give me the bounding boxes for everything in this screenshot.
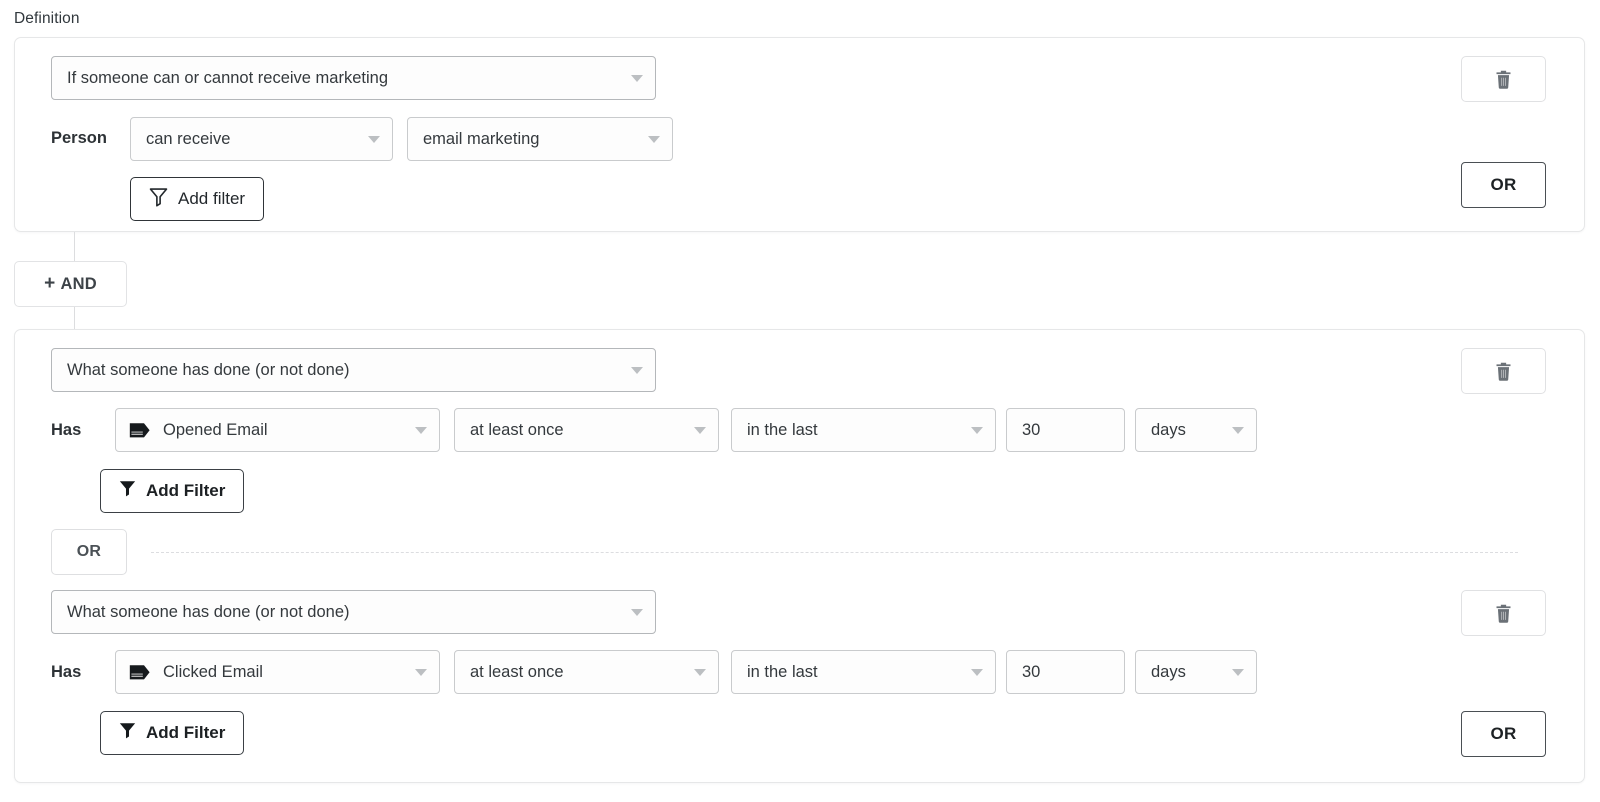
group-or-label-1: OR	[1490, 175, 1516, 195]
connector-line-bottom	[74, 306, 75, 330]
chevron-down-icon	[694, 669, 706, 676]
unit-value-a: days	[1151, 421, 1186, 440]
person-condition-select[interactable]: can receive	[130, 117, 393, 161]
frequency-value-a: at least once	[470, 421, 564, 440]
person-condition-value: can receive	[146, 130, 230, 149]
person-channel-select[interactable]: email marketing	[407, 117, 673, 161]
row-label-has-a: Has	[51, 421, 81, 440]
frequency-select-a[interactable]: at least once	[454, 408, 719, 452]
condition-type-value-2b: What someone has done (or not done)	[67, 603, 350, 622]
condition-group-card-2: What someone has done (or not done) Has …	[14, 329, 1585, 783]
or-divider-dashed-line	[151, 552, 1518, 553]
or-divider-button[interactable]: OR	[51, 529, 127, 575]
add-filter-button-2b[interactable]: Add Filter	[100, 711, 244, 755]
event-value-a: Opened Email	[163, 421, 268, 440]
or-divider-label: OR	[77, 543, 102, 561]
add-and-group-label: AND	[60, 275, 96, 294]
delete-condition-button-2a[interactable]	[1461, 348, 1546, 394]
connector-line-top	[74, 232, 75, 262]
add-filter-label-2b: Add Filter	[146, 723, 225, 743]
trash-icon	[1495, 604, 1512, 623]
unit-select-a[interactable]: days	[1135, 408, 1257, 452]
add-filter-button-2a[interactable]: Add Filter	[100, 469, 244, 513]
plus-icon: +	[44, 274, 55, 293]
unit-value-b: days	[1151, 663, 1186, 682]
frequency-select-b[interactable]: at least once	[454, 650, 719, 694]
funnel-filled-icon	[119, 722, 136, 744]
chevron-down-icon	[648, 136, 660, 143]
group-or-label-2: OR	[1490, 724, 1516, 744]
group-or-button-1[interactable]: OR	[1461, 162, 1546, 208]
funnel-outline-icon	[149, 187, 168, 212]
chevron-down-icon	[631, 367, 643, 374]
frequency-value-b: at least once	[470, 663, 564, 682]
add-filter-button-1[interactable]: Add filter	[130, 177, 264, 221]
funnel-filled-icon	[119, 480, 136, 502]
event-select-a[interactable]: Opened Email	[115, 408, 440, 452]
event-select-b[interactable]: Clicked Email	[115, 650, 440, 694]
chevron-down-icon	[631, 609, 643, 616]
group-or-button-2[interactable]: OR	[1461, 711, 1546, 757]
condition-group-card-1: If someone can or cannot receive marketi…	[14, 37, 1585, 232]
timeframe-value-a: in the last	[747, 421, 818, 440]
amount-input-a[interactable]: 30	[1006, 408, 1125, 452]
condition-type-value-2a: What someone has done (or not done)	[67, 361, 350, 380]
condition-type-select-2b[interactable]: What someone has done (or not done)	[51, 590, 656, 634]
or-divider: OR	[51, 529, 1584, 575]
timeframe-select-a[interactable]: in the last	[731, 408, 996, 452]
amount-input-b[interactable]: 30	[1006, 650, 1125, 694]
definition-builder: Definition If someone can or cannot rece…	[0, 0, 1600, 802]
condition-type-select-1[interactable]: If someone can or cannot receive marketi…	[51, 56, 656, 100]
trash-icon	[1495, 70, 1512, 89]
chevron-down-icon	[415, 669, 427, 676]
add-filter-label-1: Add filter	[178, 189, 245, 209]
row-label-has-b: Has	[51, 663, 81, 682]
chevron-down-icon	[971, 427, 983, 434]
chevron-down-icon	[694, 427, 706, 434]
condition-type-select-2a[interactable]: What someone has done (or not done)	[51, 348, 656, 392]
add-and-group-button[interactable]: + AND	[14, 261, 127, 307]
page-title: Definition	[14, 9, 80, 29]
trash-icon	[1495, 362, 1512, 381]
amount-value-a: 30	[1022, 421, 1040, 440]
delete-condition-button-2b[interactable]	[1461, 590, 1546, 636]
amount-value-b: 30	[1022, 663, 1040, 682]
chevron-down-icon	[1232, 427, 1244, 434]
chevron-down-icon	[368, 136, 380, 143]
email-event-icon	[129, 422, 151, 439]
unit-select-b[interactable]: days	[1135, 650, 1257, 694]
timeframe-select-b[interactable]: in the last	[731, 650, 996, 694]
email-event-icon	[129, 664, 151, 681]
delete-group-button-1[interactable]	[1461, 56, 1546, 102]
chevron-down-icon	[1232, 669, 1244, 676]
chevron-down-icon	[415, 427, 427, 434]
chevron-down-icon	[631, 75, 643, 82]
person-channel-value: email marketing	[423, 130, 539, 149]
event-value-b: Clicked Email	[163, 663, 263, 682]
timeframe-value-b: in the last	[747, 663, 818, 682]
row-label-person: Person	[51, 129, 107, 148]
chevron-down-icon	[971, 669, 983, 676]
condition-type-value-1: If someone can or cannot receive marketi…	[67, 69, 388, 88]
add-filter-label-2a: Add Filter	[146, 481, 225, 501]
